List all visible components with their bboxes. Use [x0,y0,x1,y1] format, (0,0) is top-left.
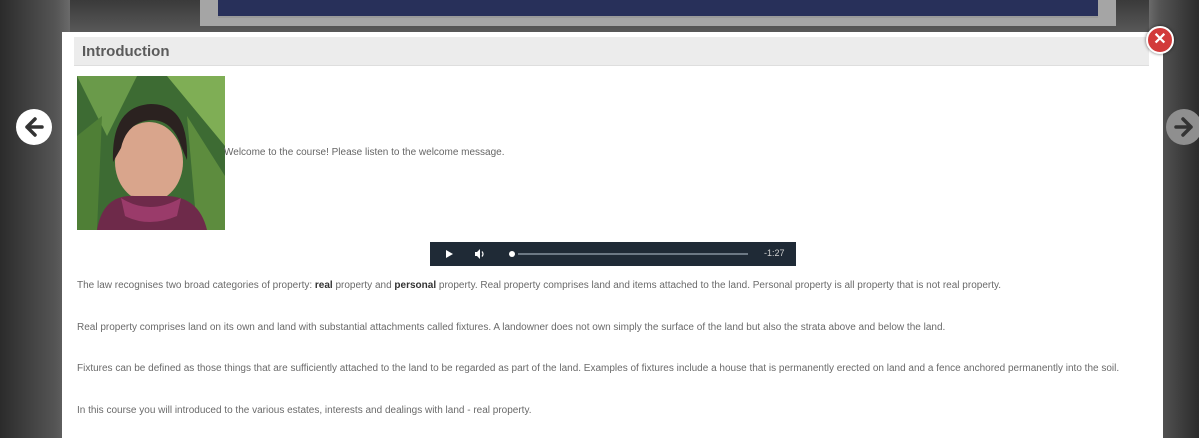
paragraph-real-property: Real property comprises land on its own … [77,322,946,333]
progress-track[interactable] [518,253,748,255]
arrow-right-icon [1174,117,1193,137]
welcome-text: Welcome to the course! Please listen to … [224,147,505,158]
instructor-photo [77,76,225,230]
close-icon: ✕ [1153,31,1167,48]
progress-knob[interactable] [509,251,515,257]
audio-time: -1:27 [764,248,785,258]
paragraph-property-categories: The law recognises two broad categories … [77,280,1002,291]
term-real: real [314,280,333,291]
paragraph-course-intro: In this course you will introduced to th… [77,405,532,416]
audio-player[interactable]: -1:27 [430,242,796,266]
modal-title: Introduction [82,43,170,60]
modal-header: Introduction [74,37,1149,66]
previous-button[interactable] [16,109,52,145]
term-personal: personal [394,280,437,291]
background-content-strip [218,0,1098,18]
paragraph-fixtures: Fixtures can be defined as those things … [77,363,1120,374]
close-button[interactable]: ✕ [1146,26,1174,54]
backdrop-left [0,0,70,438]
volume-icon[interactable] [474,248,486,260]
next-button[interactable] [1166,109,1199,145]
play-icon[interactable] [444,249,454,259]
arrow-left-icon [25,117,44,137]
introduction-modal: Introduction Welcome to the course! Plea… [62,32,1163,438]
